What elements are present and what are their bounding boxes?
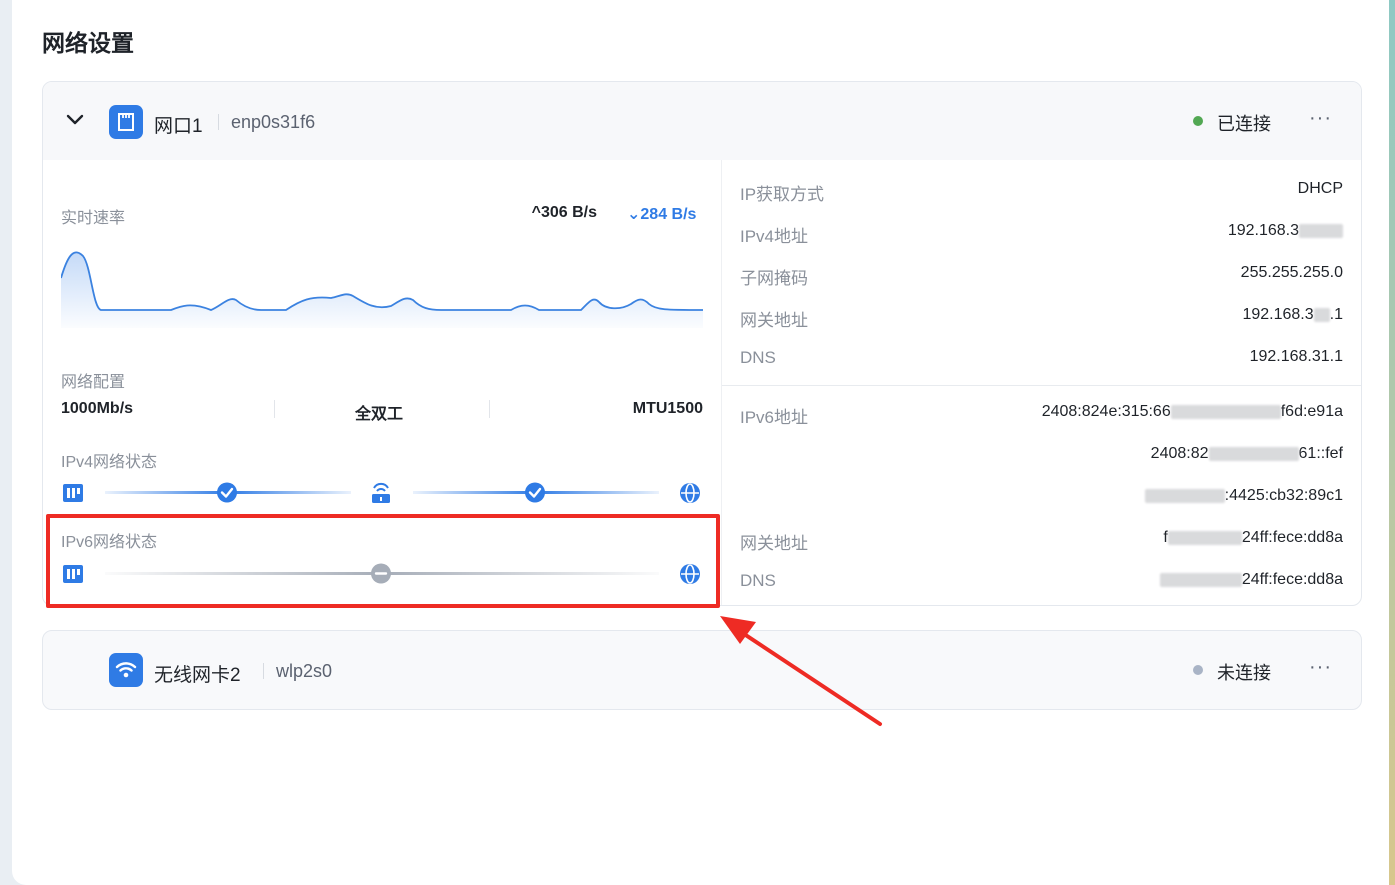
status-text: 未连接	[1217, 663, 1271, 683]
ipv6-value-1: 2408:824e:315:66 f6d:e91a	[1041, 403, 1343, 420]
more-button[interactable]: ···	[1309, 656, 1332, 679]
globe-icon	[680, 483, 700, 503]
gateway-value: 192.168.3.1	[1242, 306, 1343, 323]
interface-device: enp0s31f6	[231, 112, 316, 132]
divider	[274, 400, 275, 418]
disconnected-icon	[371, 563, 391, 584]
ipv6-value-2: 2408:82 61::fef	[1150, 445, 1343, 462]
mtu-value: MTU1500	[632, 400, 703, 417]
page-title: 网络设置	[42, 30, 134, 56]
ipv6-gateway-value: f 24ff:fece:dd8a	[1163, 529, 1343, 546]
netmask-value: 255.255.255.0	[1240, 264, 1343, 281]
status-dot	[1193, 116, 1203, 126]
interface-name: 网口1	[154, 116, 203, 137]
speed-chart	[61, 248, 703, 328]
annotation-arrow	[720, 616, 882, 726]
interface-name: 无线网卡2	[154, 665, 241, 686]
ipv6-value-3: :4425:cb32:89c1	[1144, 487, 1343, 505]
speed-label: 实时速率	[61, 210, 126, 227]
divider	[263, 663, 264, 679]
ipv4-state-label: IPv4网络状态	[61, 454, 158, 471]
ipv4-state-path	[61, 478, 703, 508]
divider	[489, 400, 490, 418]
ipv4-label: IPv4地址	[740, 227, 809, 246]
ipv4-value: 192.168.3	[1228, 222, 1343, 240]
dns-value: 192.168.31.1	[1249, 348, 1343, 365]
ipv6-gateway-label: 网关地址	[740, 534, 808, 553]
ip-method-value: DHCP	[1297, 180, 1343, 197]
ipv6-dns-label: DNS	[740, 571, 776, 590]
chevron-down-icon[interactable]	[65, 112, 85, 128]
ipv6-label: IPv6地址	[740, 408, 809, 427]
interface-card-header[interactable]: 网口1 enp0s31f6 已连接 ···	[43, 82, 1361, 160]
ip-method-label: IP获取方式	[740, 185, 825, 204]
network-settings-page: 网络设置 网口1 enp0s31f6 已连接 ··· 实时速率 ^306 B/s…	[12, 0, 1395, 885]
more-button[interactable]: ···	[1309, 107, 1332, 130]
divider	[722, 385, 1361, 386]
window-edge	[1389, 0, 1395, 885]
router-icon	[372, 482, 390, 503]
interface-card-ethernet: 网口1 enp0s31f6 已连接 ··· 实时速率 ^306 B/s ⌄284…	[42, 81, 1362, 606]
nic-icon	[63, 484, 83, 502]
arrow-up-icon: ^	[531, 204, 541, 221]
netmask-label: 子网掩码	[740, 269, 808, 288]
ipv6-dns-value: 24ff:fece:dd8a	[1159, 571, 1343, 589]
status-text: 已连接	[1217, 114, 1271, 134]
speed-chart-line	[61, 251, 703, 311]
config-label: 网络配置	[61, 374, 126, 391]
interface-device: wlp2s0	[276, 661, 333, 681]
status-dot	[1193, 665, 1203, 675]
gateway-label: 网关地址	[740, 311, 808, 330]
ipv6-state-label: IPv6网络状态	[61, 534, 158, 551]
divider	[218, 114, 219, 130]
dns-label: DNS	[740, 348, 776, 367]
speed-chart-area	[61, 252, 703, 328]
download-speed: ⌄284 B/s	[627, 206, 697, 223]
check-icon	[525, 482, 545, 503]
bandwidth-value: 1000Mb/s	[61, 400, 134, 417]
duplex-value: 全双工	[355, 406, 404, 423]
interface-details-pane: IP获取方式 DHCP IPv4地址 192.168.3 子网掩码 255.25…	[721, 160, 1361, 605]
check-icon	[217, 482, 237, 503]
globe-icon	[680, 564, 700, 584]
ethernet-port-icon	[109, 105, 143, 139]
nic-icon	[63, 565, 83, 583]
upload-speed: ^306 B/s	[531, 204, 597, 221]
arrow-down-icon: ⌄	[627, 206, 641, 223]
ipv6-state-path	[61, 559, 703, 589]
wifi-icon	[109, 653, 143, 687]
interface-stats-pane: 实时速率 ^306 B/s ⌄284 B/s 网络配置 1000Mb/s 全双工…	[43, 160, 721, 605]
